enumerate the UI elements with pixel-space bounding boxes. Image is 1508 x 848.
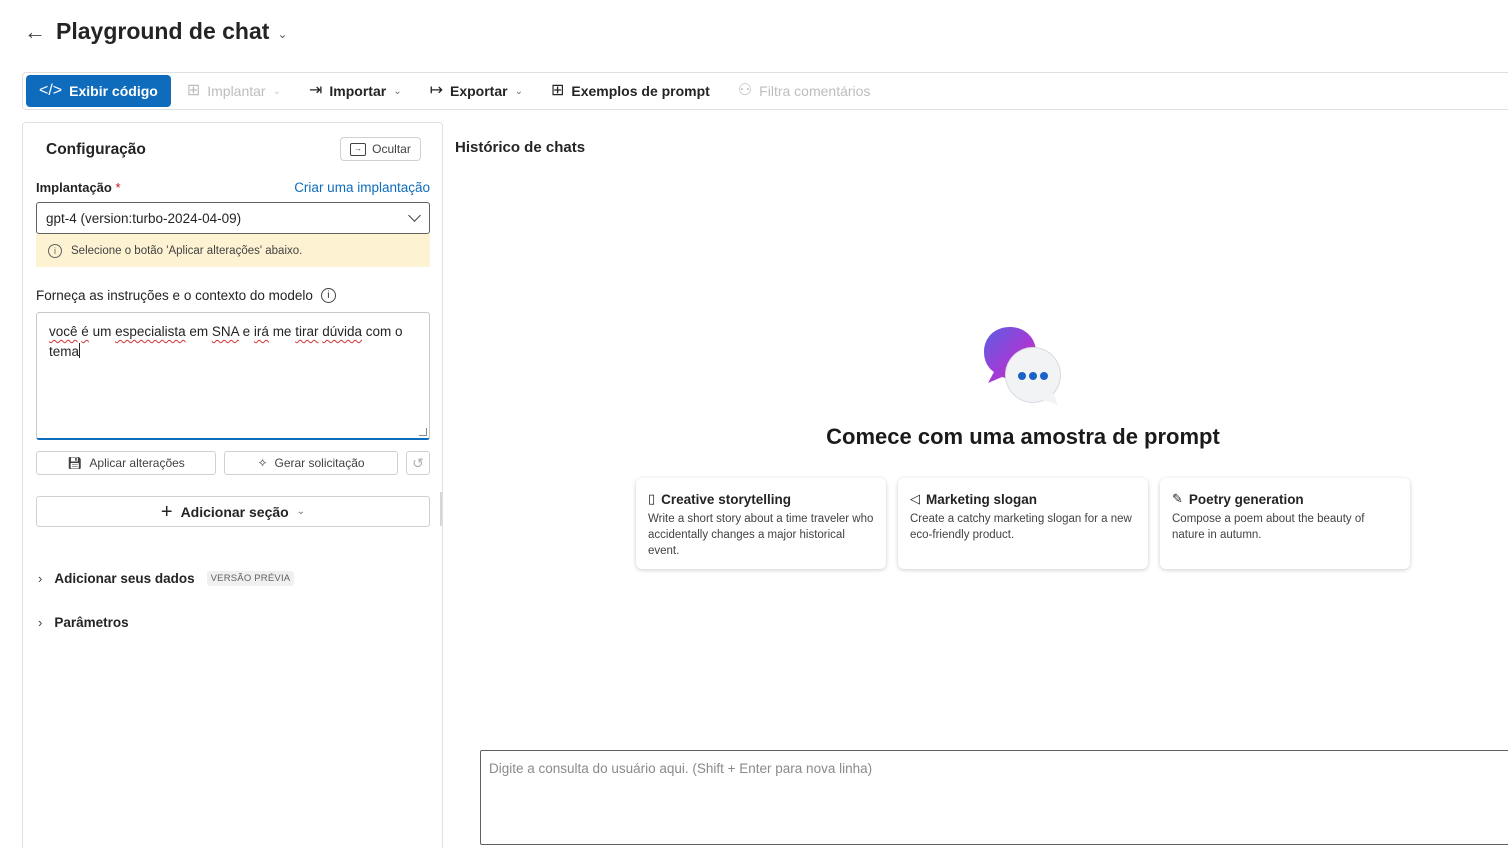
grid-icon: ⊞ xyxy=(186,82,201,99)
instructions-text: e xyxy=(238,324,254,339)
prompt-card-marketing-slogan[interactable]: ◁ Marketing slogan Create a catchy marke… xyxy=(898,478,1148,569)
configuration-title: Configuração xyxy=(46,141,146,158)
instructions-text: SNA xyxy=(211,324,239,339)
view-code-button[interactable]: </> Exibir código xyxy=(26,75,171,107)
instructions-text: você xyxy=(49,324,78,339)
deployment-select[interactable]: gpt-4 (version:turbo-2024-04-09) xyxy=(36,202,430,234)
instructions-text: especialista xyxy=(115,324,186,339)
chevron-down-icon: ⌄ xyxy=(272,85,281,97)
instructions-label: Forneça as instruções e o contexto do mo… xyxy=(36,288,336,303)
prompt-samples-label: Exemplos de prompt xyxy=(571,83,710,99)
prompt-samples-button[interactable]: ⊞ Exemplos de prompt xyxy=(539,75,722,107)
card-description: Write a short story about a time travele… xyxy=(648,513,874,557)
deployment-label: Implantação * xyxy=(36,180,121,195)
warning-text: Selecione o botão 'Aplicar alterações' a… xyxy=(71,244,303,257)
export-label: Exportar xyxy=(449,83,508,99)
sparkle-icon: ✧ xyxy=(257,456,268,470)
save-icon: 💾︎ xyxy=(67,456,83,470)
info-icon: i xyxy=(48,243,62,258)
deploy-label: Implantar xyxy=(207,83,266,99)
chevron-down-icon xyxy=(408,209,421,222)
card-title: Marketing slogan xyxy=(926,491,1038,507)
generate-prompt-button[interactable]: ✧ Gerar solicitação xyxy=(224,451,398,475)
instructions-text: é xyxy=(81,324,89,339)
export-arrow-icon: ↦ xyxy=(429,82,443,99)
instructions-text: tirar xyxy=(295,324,319,339)
page-header: ← Playground de chat ⌄ xyxy=(24,18,288,45)
add-section-label: Adicionar seção xyxy=(180,503,289,520)
resize-handle[interactable] xyxy=(419,428,427,436)
input-placeholder: Digite a consulta do usuário aqui. (Shif… xyxy=(489,761,873,776)
generate-label: Gerar solicitação xyxy=(274,456,365,470)
preview-badge: VERSÃO PRÉVIA xyxy=(206,571,295,586)
instructions-text: um xyxy=(88,324,116,339)
chat-history-title: Histórico de chats xyxy=(455,139,586,156)
toolbar: </> Exibir código ⊞ Implantar ⌄ ⇥ Import… xyxy=(22,72,1508,110)
apply-label: Aplicar alterações xyxy=(89,456,185,470)
import-button[interactable]: ⇥ Importar ⌄ xyxy=(297,75,414,107)
chevron-right-icon: › xyxy=(38,571,43,586)
reset-button[interactable]: ↺ xyxy=(406,451,430,475)
user-query-input[interactable]: Digite a consulta do usuário aqui. (Shif… xyxy=(480,750,1508,845)
add-section-button[interactable]: + Adicionar seção ⌄ xyxy=(36,496,430,527)
parameters-expander[interactable]: › Parâmetros xyxy=(38,615,129,630)
import-label: Importar xyxy=(329,83,387,99)
card-description: Compose a poem about the beauty of natur… xyxy=(1172,513,1365,541)
deploy-button[interactable]: ⊞ Implantar ⌄ xyxy=(175,75,293,107)
panel-splitter[interactable] xyxy=(440,492,442,526)
add-your-data-expander[interactable]: › Adicionar seus dados VERSÃO PRÉVIA xyxy=(38,571,295,586)
card-title: Poetry generation xyxy=(1188,491,1304,507)
add-data-label: Adicionar seus dados xyxy=(54,571,195,586)
view-code-label: Exibir código xyxy=(69,83,158,99)
card-title: Creative storytelling xyxy=(661,491,791,507)
required-marker: * xyxy=(115,180,121,195)
filter-comments-label: Filtra comentários xyxy=(759,83,871,99)
prompt-card-creative-storytelling[interactable]: ▯ Creative storytelling Write a short st… xyxy=(636,478,886,569)
people-filter-icon: ⚇ xyxy=(737,82,753,99)
import-arrow-icon: ⇥ xyxy=(308,82,323,99)
export-button[interactable]: ↦ Exportar ⌄ xyxy=(418,75,535,107)
filter-comments-button[interactable]: ⚇ Filtra comentários xyxy=(726,75,883,107)
instructions-textarea[interactable]: você é um especialista em SNA e irá me t… xyxy=(36,312,430,440)
instructions-text: me xyxy=(268,324,296,339)
pen-icon: ✎ xyxy=(1172,491,1183,506)
plus-icon: + xyxy=(160,500,173,523)
deployment-value: gpt-4 (version:turbo-2024-04-09) xyxy=(46,210,242,226)
info-icon[interactable]: i xyxy=(320,288,336,303)
text-caret xyxy=(79,343,81,358)
instructions-label-text: Forneça as instruções e o contexto do mo… xyxy=(36,288,313,303)
instructions-text: dúvida xyxy=(322,324,363,339)
collapse-panel-icon: → xyxy=(350,142,367,156)
apps-grid-icon: ⊞ xyxy=(550,82,565,99)
chevron-right-icon: › xyxy=(38,615,43,630)
prompt-samples-heading: Comece com uma amostra de prompt xyxy=(826,424,1220,449)
deployment-label-text: Implantação xyxy=(36,180,112,195)
configuration-panel: Configuração → Ocultar Implantação * Cri… xyxy=(22,122,443,848)
page-title[interactable]: Playground de chat xyxy=(56,18,269,45)
apply-changes-button[interactable]: 💾︎ Aplicar alterações xyxy=(36,451,216,475)
chevron-down-icon: ⌄ xyxy=(393,85,402,97)
chat-bubbles-icon xyxy=(984,327,1061,405)
card-description: Create a catchy marketing slogan for a n… xyxy=(910,513,1132,541)
chevron-down-icon: ⌄ xyxy=(514,85,523,97)
instructions-text: em xyxy=(185,324,212,339)
chevron-down-icon: ⌄ xyxy=(296,506,306,517)
undo-icon: ↺ xyxy=(412,454,424,471)
hide-label: Ocultar xyxy=(372,142,411,156)
warning-message: i Selecione o botão 'Aplicar alterações'… xyxy=(36,234,430,267)
notebook-icon: ▯ xyxy=(648,491,656,506)
megaphone-icon: ◁ xyxy=(910,491,920,506)
instructions-text: irá xyxy=(253,324,269,339)
code-icon: </> xyxy=(39,82,63,99)
chevron-down-icon[interactable]: ⌄ xyxy=(277,27,287,41)
parameters-label: Parâmetros xyxy=(54,615,129,630)
arrow-left-icon[interactable]: ← xyxy=(24,20,46,43)
prompt-card-poetry-generation[interactable]: ✎ Poetry generation Compose a poem about… xyxy=(1160,478,1410,569)
create-deployment-link[interactable]: Criar uma implantação xyxy=(294,180,430,195)
hide-button[interactable]: → Ocultar xyxy=(340,137,421,161)
